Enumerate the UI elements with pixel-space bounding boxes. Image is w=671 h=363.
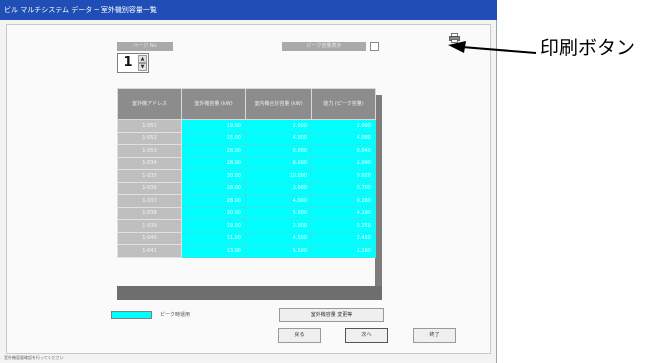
table-row[interactable]: 1-051 19.00 2.000 2.090 <box>117 119 376 133</box>
table-row[interactable]: 1-053 28.00 8.000 8.040 <box>117 144 376 158</box>
page-number-value: 1 <box>123 55 133 70</box>
cell-address: 1-040 <box>117 231 182 245</box>
table-row[interactable]: 1-041 13.00 5.500 1.260 <box>117 244 376 258</box>
peak-display-label: ピーク容量表示 <box>282 42 366 51</box>
col-header-outdoor-capacity: 室外機容量 (kW) <box>181 88 246 120</box>
cell-peak-capacity: 0.280 <box>311 194 376 208</box>
cell-address: 1-053 <box>117 144 182 158</box>
cell-outdoor-capacity: 30.00 <box>181 169 246 183</box>
cell-outdoor-capacity: 19.00 <box>181 119 246 133</box>
cell-peak-capacity: 5.250 <box>311 219 376 233</box>
cell-indoor-total: 4.000 <box>245 194 312 208</box>
cell-indoor-total: 4.000 <box>245 131 312 145</box>
table-row[interactable]: 1-034 28.00 8.000 2.090 <box>117 156 376 170</box>
table-row[interactable]: 1-036 28.00 3.000 0.700 <box>117 181 376 195</box>
cell-outdoor-capacity: 28.00 <box>181 181 246 195</box>
table-row[interactable]: 1-038 20.00 5.000 4.190 <box>117 206 376 220</box>
end-button[interactable]: 終了 <box>413 328 456 343</box>
cell-outdoor-capacity: 28.00 <box>181 144 246 158</box>
cell-address: 1-051 <box>117 119 182 133</box>
back-button[interactable]: 戻る <box>278 328 321 343</box>
legend-swatch <box>111 311 152 319</box>
status-bar-text: 室外機容量確認を行ってください <box>4 355 64 360</box>
cell-indoor-total: 3.000 <box>245 181 312 195</box>
capacity-table: 室外機アドレス 室外機容量 (kW) 室内機合計容量 (kW) 能力 (ピーク容… <box>117 88 376 258</box>
table-scroll-shadow-right <box>375 95 382 286</box>
cell-peak-capacity: 2.090 <box>311 119 376 133</box>
col-header-indoor-total: 室内機合計容量 (kW) <box>245 88 312 120</box>
peak-display-checkbox[interactable] <box>370 42 379 51</box>
table-row[interactable]: 1-052 15.00 4.000 4.080 <box>117 131 376 145</box>
cell-peak-capacity: 4.190 <box>311 206 376 220</box>
table-row[interactable]: 1-037 28.00 4.000 0.280 <box>117 194 376 208</box>
cell-address: 1-035 <box>117 169 182 183</box>
cell-indoor-total: 4.500 <box>245 231 312 245</box>
cell-address: 1-052 <box>117 131 182 145</box>
cell-peak-capacity: 4.080 <box>311 131 376 145</box>
cell-indoor-total: 8.000 <box>245 144 312 158</box>
change-capacity-button[interactable]: 室外機容量 変更等 <box>279 308 384 322</box>
table-header-row: 室外機アドレス 室外機容量 (kW) 室内機合計容量 (kW) 能力 (ピーク容… <box>117 88 376 120</box>
cell-address: 1-036 <box>117 181 182 195</box>
page-down-button[interactable]: ▼ <box>138 63 147 71</box>
cell-outdoor-capacity: 28.00 <box>181 156 246 170</box>
cell-peak-capacity: 1.260 <box>311 244 376 258</box>
cell-address: 1-037 <box>117 194 182 208</box>
next-button[interactable]: 次へ <box>345 328 388 343</box>
col-header-peak-capacity: 能力 (ピーク容量) <box>311 88 376 120</box>
cell-outdoor-capacity: 11.00 <box>181 231 246 245</box>
page-number-stepper[interactable]: 1 ▲ ▼ <box>117 53 149 73</box>
cell-outdoor-capacity: 28.00 <box>181 194 246 208</box>
cell-address: 1-041 <box>117 244 182 258</box>
cell-peak-capacity: 8.040 <box>311 144 376 158</box>
cell-address: 1-034 <box>117 156 182 170</box>
page-number-label: ページ No <box>117 42 173 51</box>
cell-outdoor-capacity: 13.00 <box>181 244 246 258</box>
cell-outdoor-capacity: 20.00 <box>181 206 246 220</box>
callout-arrow <box>448 41 537 54</box>
cell-indoor-total: 5.000 <box>245 206 312 220</box>
table-row[interactable]: 1-039 19.00 2.000 5.250 <box>117 219 376 233</box>
table-row[interactable]: 1-035 30.00 10.000 9.020 <box>117 169 376 183</box>
cell-peak-capacity: 9.020 <box>311 169 376 183</box>
cell-indoor-total: 8.000 <box>245 156 312 170</box>
app-window: ビル マルチシステム データ ─ 室外機別容量一覧 ページ No 1 ▲ ▼ ピ… <box>0 0 497 363</box>
cell-peak-capacity: 0.700 <box>311 181 376 195</box>
window-title: ビル マルチシステム データ ─ 室外機別容量一覧 <box>0 0 497 20</box>
table-scroll-shadow-bottom <box>117 286 382 300</box>
cell-peak-capacity: 2.450 <box>311 231 376 245</box>
cell-outdoor-capacity: 19.00 <box>181 219 246 233</box>
print-button-callout: 印刷ボタン <box>540 37 636 59</box>
col-header-address: 室外機アドレス <box>117 88 182 120</box>
cell-address: 1-038 <box>117 206 182 220</box>
legend-label: ピーク時運用 <box>160 312 191 318</box>
cell-indoor-total: 5.500 <box>245 244 312 258</box>
cell-peak-capacity: 2.090 <box>311 156 376 170</box>
cell-outdoor-capacity: 15.00 <box>181 131 246 145</box>
cell-address: 1-039 <box>117 219 182 233</box>
cell-indoor-total: 2.000 <box>245 119 312 133</box>
table-row[interactable]: 1-040 11.00 4.500 2.450 <box>117 231 376 245</box>
cell-indoor-total: 2.000 <box>245 219 312 233</box>
cell-indoor-total: 10.000 <box>245 169 312 183</box>
page-up-button[interactable]: ▲ <box>138 55 147 63</box>
